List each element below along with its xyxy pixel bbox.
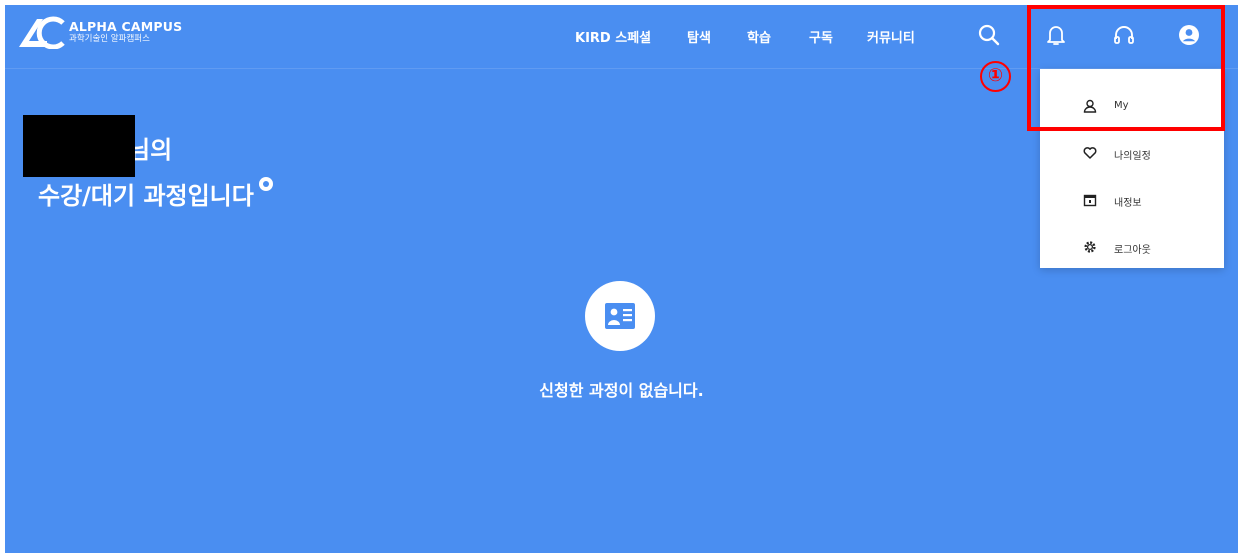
- menu-item-my-info[interactable]: 내정보: [1040, 188, 1224, 212]
- greeting-line-2-text: 수강/대기 과정입니다: [38, 182, 254, 210]
- id-card-icon: [605, 303, 635, 329]
- menu-item-label: My: [1114, 100, 1129, 111]
- brand-subtitle: 과학기술인 알파캠퍼스: [69, 34, 150, 44]
- alpha-campus-logo[interactable]: [17, 15, 67, 53]
- brand-title: ALPHA CAMPUS: [69, 19, 183, 34]
- user-menu-dropdown: My 나의일정 내정보 로그아웃: [1040, 69, 1224, 268]
- logo-mark-icon: [19, 16, 65, 50]
- nav-subscribe[interactable]: 구독: [809, 27, 833, 46]
- menu-item-my-schedule[interactable]: 나의일정: [1040, 141, 1224, 165]
- empty-state-message: 신청한 과정이 없습니다.: [539, 381, 704, 400]
- headset-icon[interactable]: [1112, 23, 1136, 47]
- info-icon[interactable]: [258, 177, 273, 191]
- menu-item-label: 내정보: [1114, 198, 1142, 209]
- calendar-icon: [1083, 194, 1097, 207]
- nav-explore[interactable]: 탐색: [687, 27, 711, 46]
- top-header: ALPHA CAMPUS 과학기술인 알파캠퍼스 KIRD 스페셜 탐색 학습 …: [5, 5, 1238, 69]
- gear-icon: [1084, 241, 1096, 253]
- page-frame: ALPHA CAMPUS 과학기술인 알파캠퍼스 KIRD 스페셜 탐색 학습 …: [5, 5, 1238, 553]
- bell-icon[interactable]: [1044, 23, 1068, 47]
- menu-item-my[interactable]: My: [1040, 94, 1224, 118]
- logo-text[interactable]: ALPHA CAMPUS 과학기술인 알파캠퍼스: [69, 20, 182, 45]
- annotation-marker: ①: [980, 61, 1011, 92]
- menu-item-logout[interactable]: 로그아웃: [1040, 235, 1224, 259]
- menu-item-label: 나의일정: [1114, 151, 1151, 162]
- nav-community[interactable]: 커뮤니티: [867, 27, 915, 46]
- nav-learning[interactable]: 학습: [747, 27, 771, 46]
- redacted-username: [23, 115, 135, 177]
- search-icon[interactable]: [977, 23, 1001, 47]
- user-circle-icon[interactable]: [1177, 23, 1201, 47]
- menu-item-label: 로그아웃: [1114, 245, 1151, 256]
- empty-state-icon-badge: [585, 281, 655, 351]
- user-icon: [1083, 99, 1097, 113]
- greeting-line-2: 수강/대기 과정입니다: [38, 173, 273, 219]
- heart-icon: [1083, 147, 1097, 159]
- nav-kird-special[interactable]: KIRD 스페셜: [575, 27, 651, 46]
